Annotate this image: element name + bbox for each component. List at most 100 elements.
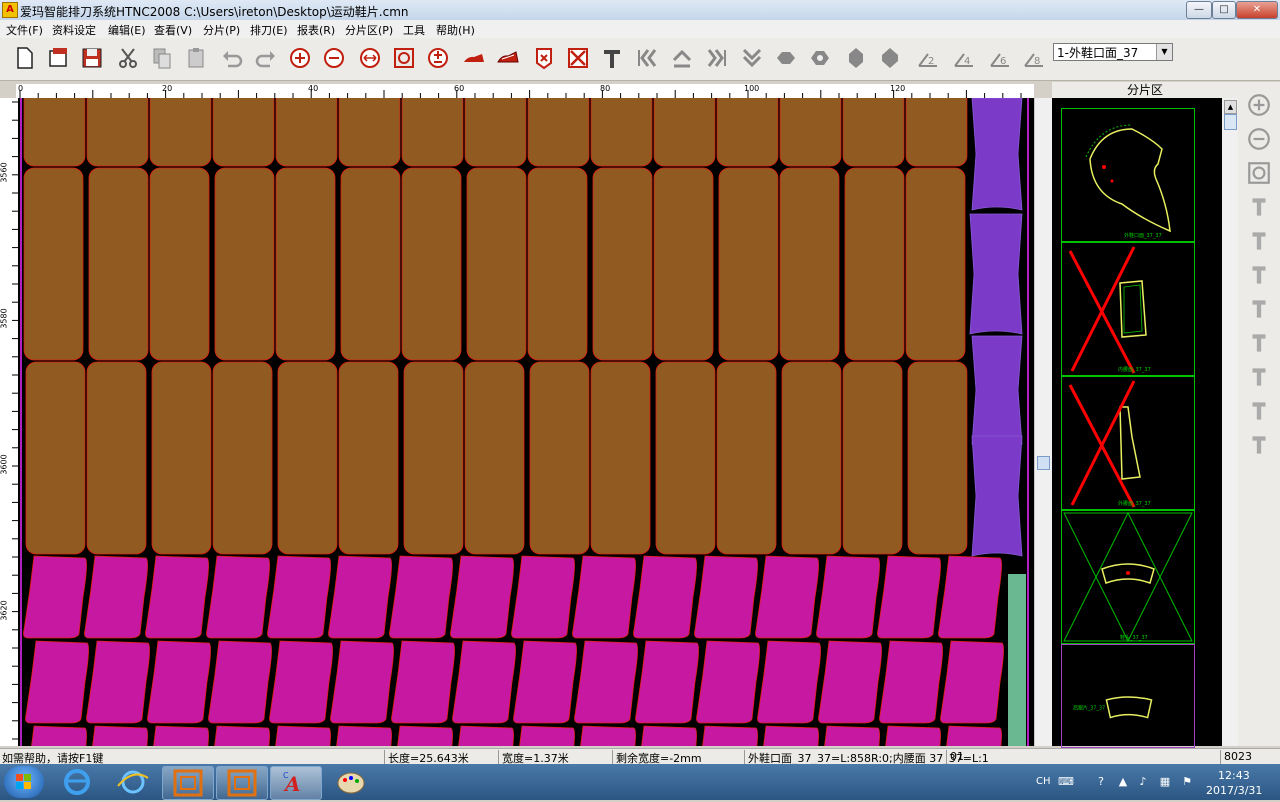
shoe-piece[interactable]	[971, 435, 1023, 557]
shoe-piece[interactable]	[878, 725, 941, 746]
menu-tools[interactable]: 工具	[403, 22, 425, 38]
minimize-button[interactable]: —	[1186, 1, 1212, 19]
shoe-piece[interactable]	[88, 167, 149, 361]
shape-a-button[interactable]	[1246, 262, 1272, 288]
paste-button[interactable]	[182, 44, 210, 72]
text-button[interactable]	[598, 44, 626, 72]
piece-card[interactable]: 内腰面_37_37	[1061, 242, 1195, 376]
shoe-piece[interactable]	[24, 725, 87, 746]
shoe-piece[interactable]	[268, 725, 331, 746]
shoe-piece[interactable]	[25, 361, 86, 555]
shoe-piece[interactable]	[716, 98, 779, 167]
nesting-canvas[interactable]	[18, 98, 1034, 746]
shape-s-button[interactable]	[1246, 330, 1272, 356]
shoe-piece[interactable]	[23, 98, 86, 167]
shoe-piece[interactable]	[277, 361, 338, 555]
rotate-button[interactable]	[806, 44, 834, 72]
shoe-piece[interactable]	[879, 640, 943, 724]
shoe-piece[interactable]	[206, 555, 270, 639]
shoe-piece[interactable]	[756, 725, 819, 746]
shoe-piece[interactable]	[401, 98, 464, 167]
piece-card[interactable]: 外腰面_37_37	[1061, 376, 1195, 510]
move-down-button[interactable]	[738, 44, 766, 72]
shoe-piece[interactable]	[971, 98, 1023, 211]
ie-taskbar-button[interactable]	[52, 766, 102, 798]
shoe-piece[interactable]	[340, 167, 401, 361]
flip-vertical-button[interactable]	[842, 44, 870, 72]
shoe-piece[interactable]	[212, 361, 273, 555]
shoe-piece[interactable]	[147, 640, 211, 724]
nesting-app2-taskbar-button[interactable]	[216, 766, 268, 800]
clock-time[interactable]: 12:43	[1218, 769, 1250, 782]
scrollbar-thumb[interactable]	[1224, 114, 1237, 130]
new-file-button[interactable]	[10, 44, 38, 72]
shape-p-button[interactable]	[1246, 296, 1272, 322]
menu-view[interactable]: 查看(V)	[154, 22, 192, 38]
save-button[interactable]	[78, 44, 106, 72]
shape-n-button[interactable]	[1246, 432, 1272, 458]
shoe-piece[interactable]	[816, 555, 880, 639]
shoe-piece[interactable]	[275, 167, 336, 361]
cut-button[interactable]	[114, 44, 142, 72]
shoe-piece[interactable]	[389, 555, 453, 639]
shoe-piece[interactable]	[214, 167, 275, 361]
menu-file[interactable]: 文件(F)	[6, 22, 43, 38]
shoe-piece[interactable]	[905, 167, 966, 361]
zoom-in-button[interactable]	[1246, 92, 1272, 118]
shoe-piece[interactable]	[969, 213, 1023, 335]
shoe-piece[interactable]	[25, 640, 89, 724]
shoe-piece[interactable]	[817, 725, 880, 746]
shoe-piece[interactable]	[391, 640, 455, 724]
shoe-piece[interactable]	[403, 361, 464, 555]
shoe-piece[interactable]	[149, 167, 210, 361]
shoe-piece[interactable]	[511, 555, 575, 639]
shoe-piece[interactable]	[572, 555, 636, 639]
paint-taskbar-button[interactable]	[326, 766, 376, 798]
shoe-piece[interactable]	[464, 361, 525, 555]
shoe-piece[interactable]	[86, 640, 150, 724]
piece-card[interactable]: 外鞋口面_37_37	[1061, 108, 1195, 242]
shoe-piece[interactable]	[513, 640, 577, 724]
angle-4-button[interactable]: 4	[950, 44, 978, 72]
shoe-piece[interactable]	[781, 361, 842, 555]
shoe-side-button[interactable]	[460, 44, 488, 72]
menu-piece-area[interactable]: 分片区(P)	[345, 22, 393, 38]
zoom-in-button[interactable]	[286, 44, 314, 72]
shoe-piece[interactable]	[338, 361, 399, 555]
shoe-piece[interactable]	[634, 725, 697, 746]
shoe-piece[interactable]	[655, 361, 716, 555]
shoe-piece[interactable]	[86, 98, 149, 167]
fit-width-button[interactable]	[356, 44, 384, 72]
shoe-piece[interactable]	[755, 555, 819, 639]
shoe-piece[interactable]	[151, 361, 212, 555]
shoe-piece[interactable]	[330, 640, 394, 724]
shoe-piece[interactable]	[694, 555, 758, 639]
volume-icon[interactable]: ♪	[1136, 775, 1150, 789]
shoe-piece[interactable]	[275, 98, 338, 167]
zoom-toggle-button[interactable]	[424, 44, 452, 72]
shoe-piece[interactable]	[328, 555, 392, 639]
shoe-piece[interactable]	[529, 361, 590, 555]
shoe-piece[interactable]	[633, 555, 697, 639]
ie-alt-taskbar-button[interactable]	[108, 766, 158, 798]
shoe-piece[interactable]	[145, 555, 209, 639]
shoe-piece[interactable]	[696, 640, 760, 724]
shoe-piece[interactable]	[905, 98, 968, 167]
redo-button[interactable]	[252, 44, 280, 72]
scrollbar-thumb[interactable]	[1037, 456, 1050, 470]
shape-button[interactable]	[876, 44, 904, 72]
shoe-piece[interactable]	[452, 640, 516, 724]
shoe-piece[interactable]	[212, 98, 275, 167]
menu-help[interactable]: 帮助(H)	[436, 22, 475, 38]
shoe-piece[interactable]	[653, 98, 716, 167]
shoe-piece[interactable]	[338, 98, 401, 167]
scroll-up-arrow-icon[interactable]: ▲	[1224, 100, 1237, 114]
shoe-piece[interactable]	[207, 725, 270, 746]
active-app-taskbar-button[interactable]: AC	[270, 766, 322, 800]
panel-scrollbar[interactable]: ▲	[1222, 98, 1238, 746]
text-add-button[interactable]	[1246, 194, 1272, 220]
shoe-piece[interactable]	[844, 167, 905, 361]
copy-button[interactable]	[148, 44, 176, 72]
shoe-piece[interactable]	[590, 98, 653, 167]
shoe-piece[interactable]	[512, 725, 575, 746]
